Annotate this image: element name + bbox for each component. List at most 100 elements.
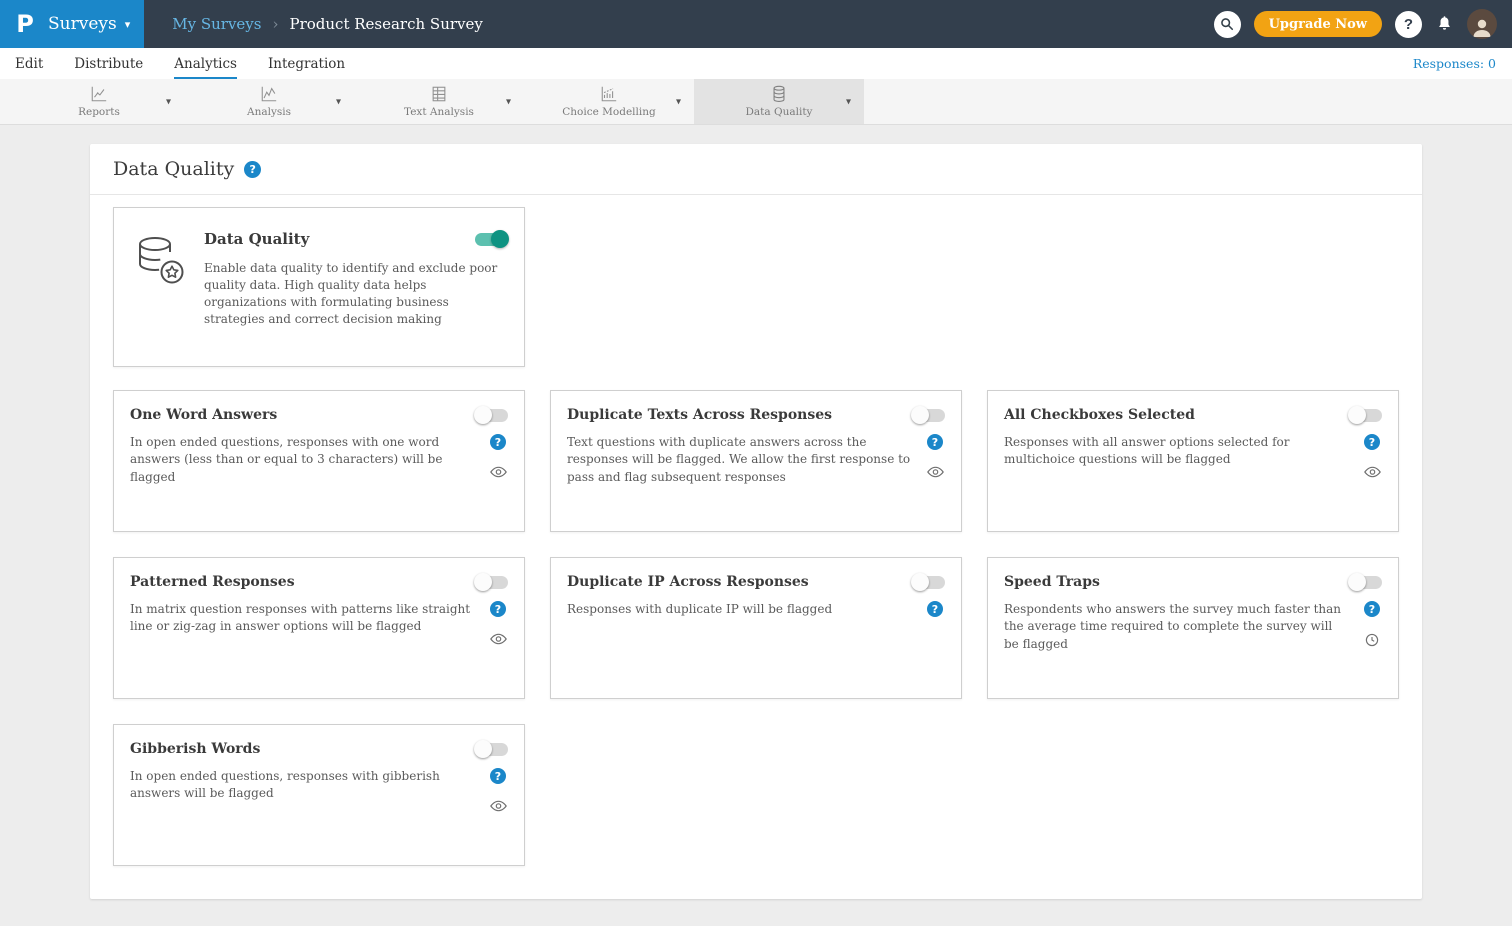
quality-card: Duplicate Texts Across Responses Text qu… bbox=[550, 390, 962, 532]
toolbar-item-data-quality[interactable]: Data Quality bbox=[694, 79, 864, 124]
page-title: Data Quality bbox=[113, 158, 234, 180]
toolbar-label: Text Analysis bbox=[404, 106, 474, 118]
card-toggle[interactable] bbox=[475, 576, 508, 589]
search-icon bbox=[1220, 17, 1234, 31]
toolbar-label: Reports bbox=[78, 106, 120, 118]
search-button[interactable] bbox=[1214, 11, 1241, 38]
card-description: In open ended questions, responses with … bbox=[130, 768, 488, 812]
card-icon-rail bbox=[925, 434, 945, 486]
toolbar-label: Data Quality bbox=[746, 106, 813, 118]
eye-icon[interactable] bbox=[490, 466, 507, 478]
card-toggle[interactable] bbox=[1349, 409, 1382, 422]
card-icon-rail bbox=[488, 434, 508, 486]
breadcrumb: My Surveys › Product Research Survey bbox=[172, 15, 483, 33]
panel-body: Data Quality Enable data quality to iden… bbox=[90, 195, 1422, 866]
bell-icon bbox=[1435, 15, 1454, 34]
toolbar-item-analysis[interactable]: Analysis bbox=[184, 79, 354, 124]
card-title: Gibberish Words bbox=[130, 741, 260, 757]
card-description: Responses with duplicate IP will be flag… bbox=[567, 601, 925, 618]
help-icon[interactable] bbox=[490, 434, 506, 450]
toolbar-item-reports[interactable]: Reports bbox=[14, 79, 184, 124]
help-icon[interactable] bbox=[1364, 601, 1380, 617]
card-icon-rail bbox=[1362, 601, 1382, 653]
avatar[interactable] bbox=[1467, 9, 1497, 39]
card-title: Speed Traps bbox=[1004, 574, 1100, 590]
survey-nav: Edit Distribute Analytics Integration Re… bbox=[0, 48, 1512, 79]
eye-icon[interactable] bbox=[927, 466, 944, 478]
help-icon[interactable] bbox=[1364, 434, 1380, 450]
help-icon[interactable] bbox=[244, 161, 261, 178]
toggle-knob bbox=[1348, 406, 1366, 424]
quality-card: Gibberish Words In open ended questions,… bbox=[113, 724, 525, 866]
app-switcher[interactable]: P Surveys bbox=[0, 0, 144, 48]
card-title: Duplicate Texts Across Responses bbox=[567, 407, 832, 423]
eye-icon[interactable] bbox=[490, 800, 507, 812]
table-document-icon bbox=[430, 85, 448, 103]
clock-icon[interactable] bbox=[1365, 633, 1379, 647]
toggle-knob bbox=[474, 406, 492, 424]
toolbar-label: Choice Modelling bbox=[562, 106, 655, 118]
database-icon bbox=[770, 85, 788, 103]
feature-description: Enable data quality to identify and excl… bbox=[204, 260, 508, 328]
card-icon-rail bbox=[1362, 434, 1382, 478]
data-quality-feature-card: Data Quality Enable data quality to iden… bbox=[113, 207, 525, 367]
card-description: In open ended questions, responses with … bbox=[130, 434, 488, 486]
upgrade-button[interactable]: Upgrade Now bbox=[1254, 11, 1382, 37]
breadcrumb-current: Product Research Survey bbox=[289, 15, 482, 33]
toggle-knob bbox=[474, 573, 492, 591]
chevron-down-icon[interactable] bbox=[846, 96, 851, 107]
card-description: Respondents who answers the survey much … bbox=[1004, 601, 1362, 653]
responses-count[interactable]: Responses: 0 bbox=[1413, 48, 1496, 79]
tab-integration[interactable]: Integration bbox=[268, 48, 345, 79]
toolbar-item-choice-modelling[interactable]: Choice Modelling bbox=[524, 79, 694, 124]
help-button[interactable] bbox=[1395, 11, 1422, 38]
eye-icon[interactable] bbox=[490, 633, 507, 645]
toggle-knob bbox=[911, 406, 929, 424]
card-description: In matrix question responses with patter… bbox=[130, 601, 488, 645]
content-area: Data Quality bbox=[0, 125, 1512, 926]
area-chart-icon bbox=[260, 85, 278, 103]
product-name: Surveys bbox=[48, 14, 117, 34]
line-chart-icon bbox=[90, 85, 108, 103]
card-toggle[interactable] bbox=[475, 743, 508, 756]
data-quality-panel: Data Quality bbox=[90, 144, 1422, 899]
database-star-icon bbox=[130, 230, 188, 366]
topbar-actions: Upgrade Now bbox=[1214, 9, 1512, 39]
data-quality-master-toggle[interactable] bbox=[475, 233, 508, 246]
card-toggle[interactable] bbox=[912, 409, 945, 422]
scatter-chart-icon bbox=[600, 85, 618, 103]
user-photo-icon bbox=[1469, 15, 1495, 39]
topbar: P Surveys My Surveys › Product Research … bbox=[0, 0, 1512, 48]
chevron-down-icon[interactable] bbox=[336, 96, 341, 107]
help-icon[interactable] bbox=[490, 768, 506, 784]
help-icon[interactable] bbox=[927, 434, 943, 450]
chevron-down-icon bbox=[125, 18, 131, 31]
card-icon-rail bbox=[925, 601, 945, 618]
tab-edit[interactable]: Edit bbox=[15, 48, 43, 79]
card-icon-rail bbox=[488, 768, 508, 812]
chevron-down-icon[interactable] bbox=[676, 96, 681, 107]
card-icon-rail bbox=[488, 601, 508, 645]
feature-main: Data Quality Enable data quality to iden… bbox=[204, 230, 508, 366]
toolbar-item-text-analysis[interactable]: Text Analysis bbox=[354, 79, 524, 124]
help-icon[interactable] bbox=[927, 601, 943, 617]
toggle-knob bbox=[474, 740, 492, 758]
help-icon[interactable] bbox=[490, 601, 506, 617]
eye-icon[interactable] bbox=[1364, 466, 1381, 478]
quality-card: Patterned Responses In matrix question r… bbox=[113, 557, 525, 699]
chevron-down-icon[interactable] bbox=[506, 96, 511, 107]
notifications-button[interactable] bbox=[1435, 15, 1454, 34]
tab-analytics[interactable]: Analytics bbox=[174, 48, 237, 79]
quality-card: All Checkboxes Selected Responses with a… bbox=[987, 390, 1399, 532]
breadcrumb-my-surveys[interactable]: My Surveys bbox=[172, 15, 261, 33]
toggle-knob bbox=[491, 230, 509, 248]
tab-distribute[interactable]: Distribute bbox=[74, 48, 143, 79]
card-title: One Word Answers bbox=[130, 407, 277, 423]
toggle-knob bbox=[911, 573, 929, 591]
quality-card: Speed Traps Respondents who answers the … bbox=[987, 557, 1399, 699]
card-title: All Checkboxes Selected bbox=[1004, 407, 1195, 423]
card-toggle[interactable] bbox=[475, 409, 508, 422]
chevron-down-icon[interactable] bbox=[166, 96, 171, 107]
card-toggle[interactable] bbox=[1349, 576, 1382, 589]
card-toggle[interactable] bbox=[912, 576, 945, 589]
